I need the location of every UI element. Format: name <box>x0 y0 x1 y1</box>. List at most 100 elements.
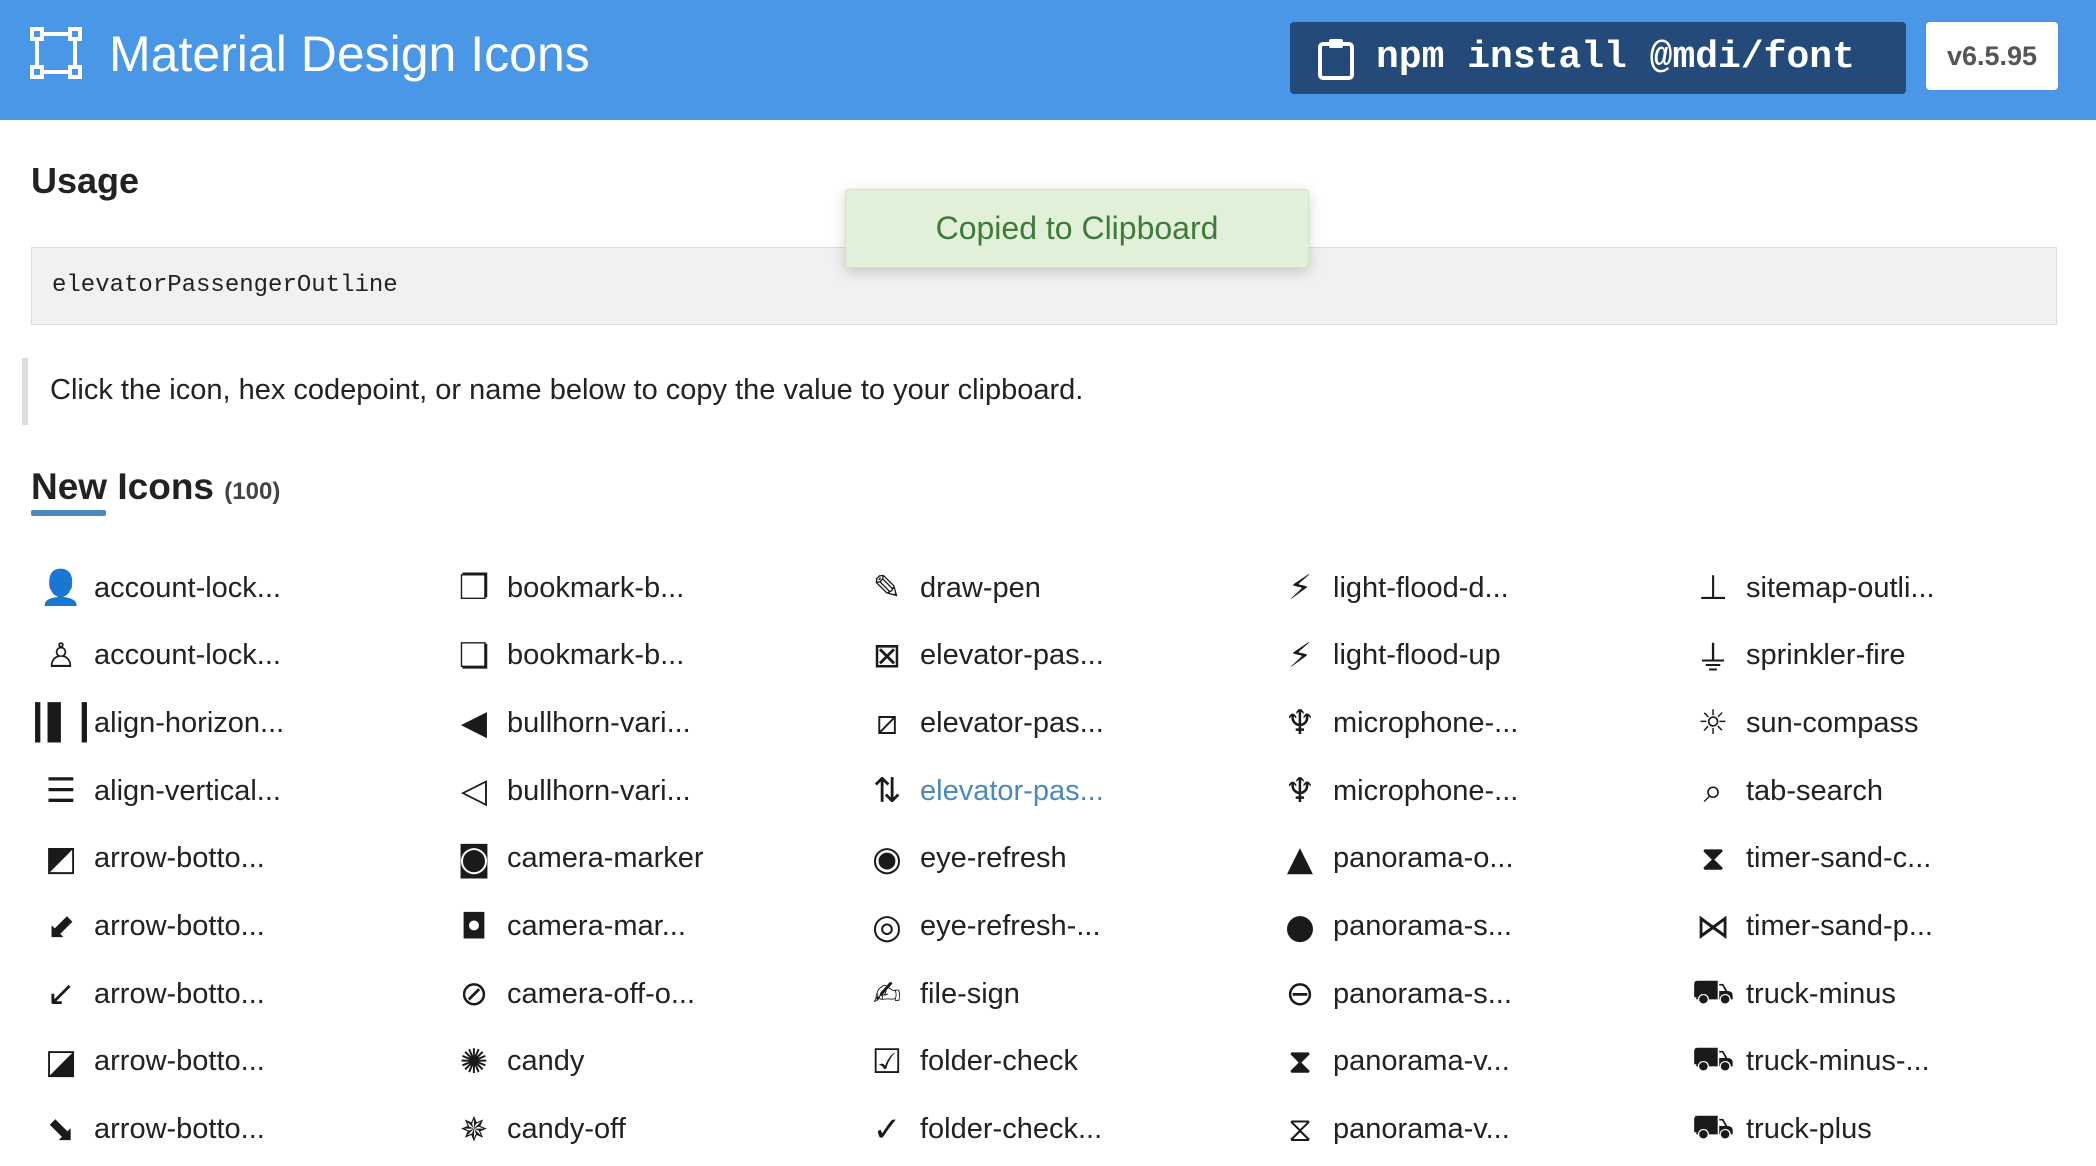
icon-item[interactable]: ◘ camera-mar... <box>453 899 853 955</box>
elevator-passenger-off-icon[interactable]: ⊠ <box>866 635 908 677</box>
icon-label[interactable]: elevator-pas... <box>920 775 1104 808</box>
arrow-bottom-right-bold-box-icon[interactable]: ◪ <box>40 1041 82 1083</box>
icon-item[interactable]: ❏ bookmark-b... <box>453 628 853 684</box>
icon-item[interactable]: ◁ bullhorn-vari... <box>453 763 853 819</box>
icon-label[interactable]: camera-mar... <box>507 910 686 943</box>
icon-item[interactable]: ♆ microphone-... <box>1279 763 1679 819</box>
icon-label[interactable]: align-horizon... <box>94 707 284 740</box>
light-flood-down-icon[interactable]: ⚡ <box>1279 567 1321 609</box>
icon-item[interactable]: ✺ candy <box>453 1034 853 1090</box>
icon-label[interactable]: sitemap-outli... <box>1746 572 1935 605</box>
account-lock-icon[interactable]: 👤 <box>40 567 82 609</box>
icon-item[interactable]: ⏚ sprinkler-fire <box>1692 628 2092 684</box>
icon-item[interactable]: ⊠ elevator-pas... <box>866 628 1266 684</box>
candy-icon[interactable]: ✺ <box>453 1041 495 1083</box>
icon-item[interactable]: ▲ panorama-o... <box>1279 831 1679 887</box>
icon-item[interactable]: ┃▌┃ align-horizon... <box>27 695 440 751</box>
icon-item[interactable]: ❐ bookmark-b... <box>453 560 853 616</box>
icon-item[interactable]: ↙ arrow-botto... <box>40 966 440 1022</box>
icon-item[interactable]: ⚡ light-flood-up <box>1279 628 1679 684</box>
icon-item[interactable]: ♆ microphone-... <box>1279 695 1679 751</box>
icon-label[interactable]: microphone-... <box>1333 707 1518 740</box>
arrow-bottom-right-bold-box-outline-icon[interactable]: ⬊ <box>40 1109 82 1151</box>
arrow-bottom-left-thin-icon[interactable]: ↙ <box>40 973 82 1015</box>
sun-compass-icon[interactable]: ☼ <box>1692 702 1734 744</box>
truck-minus-outline-icon[interactable]: ⛟ <box>1692 1039 1735 1083</box>
icon-label[interactable]: truck-plus <box>1746 1113 1872 1146</box>
icon-label[interactable]: candy-off <box>507 1113 626 1146</box>
icon-label[interactable]: folder-check <box>920 1045 1078 1078</box>
draw-pen-icon[interactable]: ✎ <box>866 567 908 609</box>
icon-label[interactable]: light-flood-d... <box>1333 572 1509 605</box>
icon-label[interactable]: eye-refresh-... <box>920 910 1101 943</box>
icon-label[interactable]: bullhorn-vari... <box>507 775 691 808</box>
icon-label[interactable]: arrow-botto... <box>94 978 265 1011</box>
camera-marker-outline-icon[interactable]: ◘ <box>453 906 495 948</box>
icon-label[interactable]: elevator-pas... <box>920 707 1104 740</box>
bullhorn-variant-outline-icon[interactable]: ◁ <box>453 770 495 812</box>
timer-sand-complete-icon[interactable]: ⧗ <box>1692 838 1734 880</box>
timer-sand-paused-icon[interactable]: ⋈ <box>1692 906 1734 948</box>
icon-item[interactable]: ◀ bullhorn-vari... <box>453 695 853 751</box>
icon-label[interactable]: tab-search <box>1746 775 1883 808</box>
icon-label[interactable]: panorama-s... <box>1333 978 1512 1011</box>
icon-label[interactable]: microphone-... <box>1333 775 1518 808</box>
icon-label[interactable]: truck-minus-... <box>1746 1045 1930 1078</box>
icon-item[interactable]: ☰ align-vertical... <box>40 763 440 819</box>
icon-label[interactable]: account-lock... <box>94 572 281 605</box>
icon-label[interactable]: timer-sand-p... <box>1746 910 1933 943</box>
icon-item[interactable]: ⌕ tab-search <box>1692 763 2092 819</box>
icon-item[interactable]: ⛟ truck-minus-... <box>1692 1034 2092 1090</box>
icon-item[interactable]: ✍ file-sign <box>866 966 1266 1022</box>
icon-item[interactable]: ☑ folder-check <box>866 1034 1266 1090</box>
icon-label[interactable]: panorama-s... <box>1333 910 1512 943</box>
bookmark-box-multiple-outline-icon[interactable]: ❏ <box>453 635 495 677</box>
icon-label[interactable]: account-lock... <box>94 639 281 672</box>
icon-item[interactable]: ⚡ light-flood-d... <box>1279 560 1679 616</box>
icon-label[interactable]: file-sign <box>920 978 1020 1011</box>
icon-item[interactable]: ⬋ arrow-botto... <box>40 899 440 955</box>
npm-install-button[interactable]: npm install @mdi/font <box>1290 22 1906 94</box>
icon-label[interactable]: arrow-botto... <box>94 1045 265 1078</box>
microphone-question-icon[interactable]: ♆ <box>1279 702 1321 744</box>
icon-label[interactable]: folder-check... <box>920 1113 1102 1146</box>
icon-item[interactable]: ⊖ panorama-s... <box>1279 966 1679 1022</box>
panorama-sphere-outline-icon[interactable]: ⊖ <box>1279 973 1321 1015</box>
folder-check-outline-icon[interactable]: ✓ <box>866 1109 908 1151</box>
icon-label[interactable]: camera-marker <box>507 842 704 875</box>
icon-item[interactable]: ◙ camera-marker <box>453 831 853 887</box>
icon-label[interactable]: eye-refresh <box>920 842 1067 875</box>
icon-label[interactable]: bullhorn-vari... <box>507 707 691 740</box>
icon-label[interactable]: sprinkler-fire <box>1746 639 1906 672</box>
account-lock-outline-icon[interactable]: ♙ <box>40 635 82 677</box>
eye-refresh-icon[interactable]: ◉ <box>866 838 908 880</box>
eye-refresh-outline-icon[interactable]: ◎ <box>866 906 908 948</box>
light-flood-up-icon[interactable]: ⚡ <box>1279 635 1321 677</box>
icon-label[interactable]: camera-off-o... <box>507 978 695 1011</box>
icon-item[interactable]: ⬊ arrow-botto... <box>40 1102 440 1158</box>
sprinkler-fire-icon[interactable]: ⏚ <box>1692 635 1734 679</box>
truck-plus-icon[interactable]: ⛟ <box>1692 1107 1735 1151</box>
icon-item[interactable]: ⧗ timer-sand-c... <box>1692 831 2092 887</box>
icon-item[interactable]: ◩ arrow-botto... <box>40 831 440 887</box>
arrow-bottom-left-bold-box-outline-icon[interactable]: ⬋ <box>40 906 82 948</box>
panorama-variant-icon[interactable]: ⧗ <box>1279 1041 1321 1083</box>
version-badge[interactable]: v6.5.95 <box>1926 22 2058 90</box>
icon-item[interactable]: ⛟ truck-plus <box>1692 1102 2092 1158</box>
bookmark-box-multiple-icon[interactable]: ❐ <box>453 567 495 609</box>
icon-item[interactable]: ◉ eye-refresh <box>866 831 1266 887</box>
icon-item[interactable]: 👤 account-lock... <box>40 560 440 616</box>
icon-label[interactable]: sun-compass <box>1746 707 1918 740</box>
icon-item[interactable]: ✓ folder-check... <box>866 1102 1266 1158</box>
icon-item[interactable]: ◪ arrow-botto... <box>40 1034 440 1090</box>
align-vertical-distribute-icon[interactable]: ☰ <box>40 770 82 812</box>
elevator-passenger-outline-icon[interactable]: ⇅ <box>866 770 908 812</box>
panorama-outline-icon[interactable]: ▲ <box>1279 838 1321 880</box>
icon-label[interactable]: bookmark-b... <box>507 572 684 605</box>
icon-item[interactable]: ⛟ truck-minus <box>1692 966 2092 1022</box>
icon-item[interactable]: ⋈ timer-sand-p... <box>1692 899 2092 955</box>
icon-item[interactable]: ⧄ elevator-pas... <box>866 695 1266 751</box>
icon-label[interactable]: arrow-botto... <box>94 842 265 875</box>
icon-item[interactable]: ♙ account-lock... <box>40 628 440 684</box>
sitemap-outline-icon[interactable]: ⊥ <box>1692 567 1734 609</box>
